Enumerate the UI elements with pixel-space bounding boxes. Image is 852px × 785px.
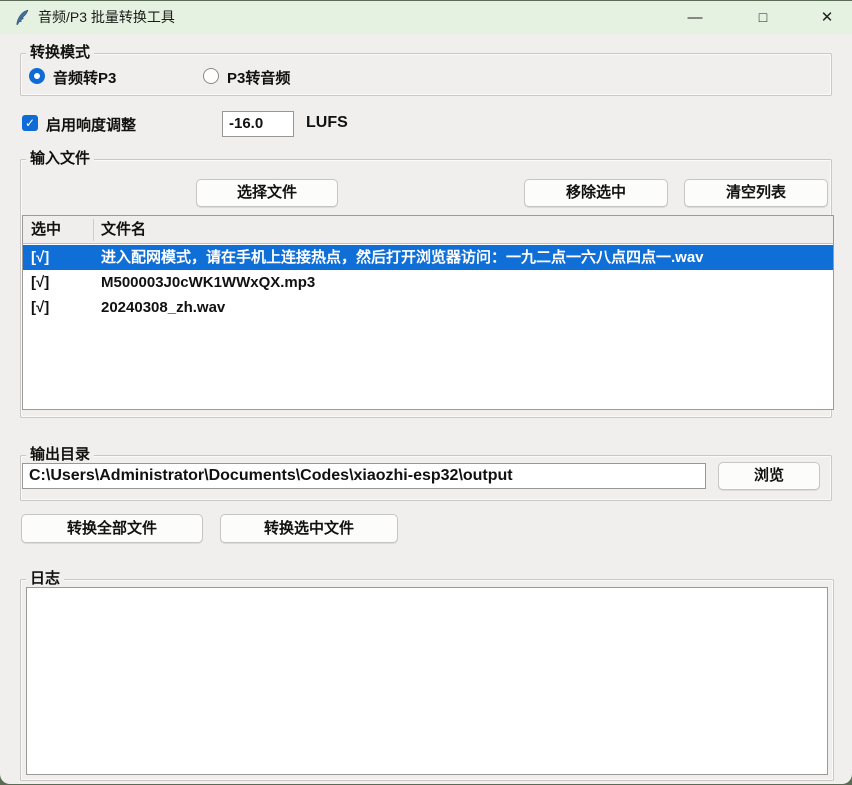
table-row[interactable]: [√] 20240308_zh.wav [23,295,833,320]
row-checked-mark: [√] [31,270,49,295]
column-divider [93,219,94,241]
output-dir-group-label: 输出目录 [26,446,94,464]
input-files-group-label: 输入文件 [26,150,94,168]
row-filename: 20240308_zh.wav [101,295,225,320]
radio-audio-to-p3[interactable] [29,68,45,84]
lufs-unit-label: LUFS [306,114,348,132]
select-files-button[interactable]: 选择文件 [196,179,338,207]
output-path-input[interactable]: C:\Users\Administrator\Documents\Codes\x… [22,463,706,489]
app-window: 音频/P3 批量转换工具 — □ ✕ 转换模式 音频转P3 P3转音频 ✓ 启用… [0,1,852,784]
python-feather-icon [13,9,31,27]
table-row[interactable]: [√] 进入配网模式，请在手机上连接热点，然后打开浏览器访问：一九二点一六八点四… [23,245,833,270]
loudness-checkbox[interactable]: ✓ [22,115,38,131]
file-table: 选中 文件名 [√] 进入配网模式，请在手机上连接热点，然后打开浏览器访问：一九… [22,215,834,410]
radio-audio-to-p3-label[interactable]: 音频转P3 [53,67,116,88]
lufs-input[interactable]: -16.0 [222,111,294,137]
mode-group-label: 转换模式 [26,44,94,62]
row-checked-mark: [√] [31,245,49,270]
log-group-label: 日志 [26,570,64,588]
window-title: 音频/P3 批量转换工具 [38,1,175,34]
titlebar[interactable]: 音频/P3 批量转换工具 — □ ✕ [0,1,852,34]
row-filename: 进入配网模式，请在手机上连接热点，然后打开浏览器访问：一九二点一六八点四点一.w… [101,245,704,270]
column-header-filename[interactable]: 文件名 [101,216,146,244]
column-header-checked[interactable]: 选中 [31,216,61,244]
minimize-button[interactable]: — [672,1,718,34]
browse-button[interactable]: 浏览 [718,462,820,490]
maximize-button[interactable]: □ [740,1,786,34]
remove-selected-button[interactable]: 移除选中 [524,179,668,207]
log-textarea[interactable] [26,587,828,775]
file-table-header: 选中 文件名 [23,216,833,244]
row-filename: M500003J0cWK1WWxQX.mp3 [101,270,315,295]
clear-list-button[interactable]: 清空列表 [684,179,828,207]
loudness-checkbox-label[interactable]: 启用响度调整 [46,114,136,135]
radio-p3-to-audio[interactable] [203,68,219,84]
table-row[interactable]: [√] M500003J0cWK1WWxQX.mp3 [23,270,833,295]
convert-selected-button[interactable]: 转换选中文件 [220,514,398,543]
close-button[interactable]: ✕ [804,1,850,34]
radio-p3-to-audio-label[interactable]: P3转音频 [227,67,290,88]
mode-group: 转换模式 音频转P3 P3转音频 [20,53,832,96]
convert-all-button[interactable]: 转换全部文件 [21,514,203,543]
row-checked-mark: [√] [31,295,49,320]
